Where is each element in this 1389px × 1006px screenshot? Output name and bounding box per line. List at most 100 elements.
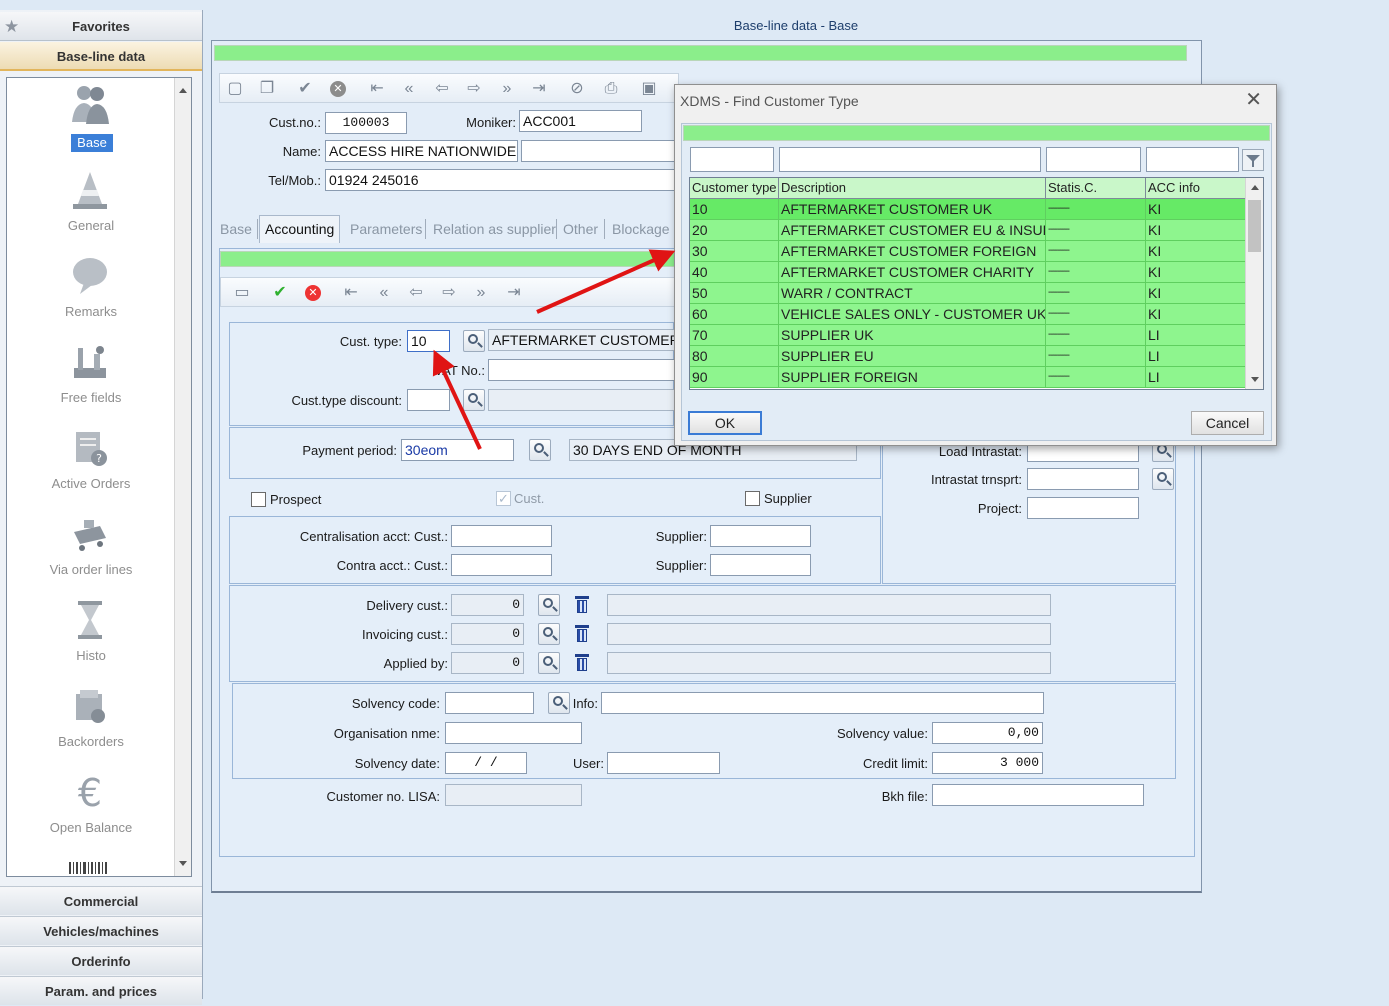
last-record-icon[interactable]: ⇥ (505, 284, 523, 302)
intrastat-trnsprt-field[interactable] (1027, 468, 1139, 490)
tab-accounting[interactable]: Accounting (259, 215, 341, 243)
cancel-icon[interactable]: ✕ (305, 285, 321, 301)
nav-section-commercial[interactable]: Commercial (0, 886, 202, 915)
delivery-cust-field[interactable]: 0 (451, 594, 524, 616)
fast-forward-icon[interactable]: » (498, 80, 516, 98)
next-icon[interactable]: ⇨ (440, 284, 458, 302)
delivery-cust-delete-icon[interactable] (572, 594, 592, 616)
project-field[interactable] (1027, 497, 1139, 519)
first-record-icon[interactable]: ⇤ (342, 284, 360, 302)
table-row[interactable]: 60 VEHICLE SALES ONLY - CUSTOMER UK ----… (690, 304, 1246, 325)
tab-parameters[interactable]: Parameters (345, 215, 427, 243)
table-row[interactable]: 30 AFTERMARKET CUSTOMER FOREIGN --------… (690, 241, 1246, 262)
first-record-icon[interactable]: ⇤ (368, 80, 386, 98)
contra-supplier-field[interactable] (710, 554, 811, 576)
ok-button[interactable]: OK (688, 411, 762, 435)
name-field-2[interactable] (521, 140, 676, 162)
solvency-code-lookup-button[interactable] (548, 692, 570, 714)
applied-by-field[interactable]: 0 (451, 652, 524, 674)
table-row[interactable]: 20 AFTERMARKET CUSTOMER EU & INSURA ----… (690, 220, 1246, 241)
open-folder-icon[interactable]: ▭ (233, 284, 251, 302)
attach-icon[interactable]: ⊘ (568, 80, 586, 98)
column-header-description[interactable]: Description (779, 178, 1046, 199)
scroll-up-icon[interactable] (1251, 185, 1259, 190)
table-row[interactable]: 80 SUPPLIER EU --------- LI (690, 346, 1246, 367)
supplier-checkbox[interactable] (745, 491, 760, 506)
delivery-cust-lookup-button[interactable] (538, 594, 560, 616)
table-row[interactable]: 90 SUPPLIER FOREIGN --------- LI (690, 367, 1246, 388)
solvency-value-field[interactable]: 0,00 (932, 722, 1043, 744)
cancel-icon[interactable]: ✕ (330, 81, 346, 97)
next-icon[interactable]: ⇨ (465, 80, 483, 98)
grid-scrollbar[interactable] (1245, 178, 1263, 389)
tab-other[interactable]: Other (558, 215, 603, 243)
cust-type-field[interactable]: 10 (407, 330, 450, 352)
cancel-button[interactable]: Cancel (1191, 411, 1264, 435)
last-record-icon[interactable]: ⇥ (530, 80, 548, 98)
contra-cust-field[interactable] (451, 554, 552, 576)
favorites-header[interactable]: ★ Favorites (0, 12, 202, 41)
confirm-icon[interactable]: ✔ (271, 284, 289, 302)
scroll-down-icon[interactable] (1251, 377, 1259, 382)
centralisation-supplier-field[interactable] (710, 525, 811, 547)
scroll-up-icon[interactable] (179, 88, 187, 93)
nav-item-general[interactable]: General (7, 168, 175, 248)
filter-customer-type-input[interactable] (690, 147, 774, 172)
credit-limit-field[interactable]: 3 000 (932, 752, 1043, 774)
column-header-statis[interactable]: Statis.C. (1046, 178, 1146, 199)
tel-field[interactable]: 01924 245016 (325, 169, 676, 191)
word-icon[interactable]: ▣ (640, 80, 658, 98)
nav-item-free-fields[interactable]: Free fields (7, 340, 175, 420)
new-document-icon[interactable]: ▢ (226, 80, 244, 98)
scroll-down-icon[interactable] (179, 861, 187, 866)
tab-base[interactable]: Base (215, 215, 257, 243)
bkh-file-field[interactable] (932, 784, 1144, 806)
nav-scrollbar[interactable] (174, 78, 191, 876)
moniker-field[interactable]: ACC001 (519, 110, 642, 132)
table-row[interactable]: 40 AFTERMARKET CUSTOMER CHARITY --------… (690, 262, 1246, 283)
confirm-icon[interactable]: ✔ (296, 80, 314, 98)
nav-item-backorders[interactable]: Backorders (7, 684, 175, 764)
cust-no-field[interactable]: 100003 (325, 112, 407, 134)
column-header-acc-info[interactable]: ACC info (1146, 178, 1246, 199)
vat-no-field[interactable] (488, 359, 678, 381)
scroll-thumb[interactable] (1248, 200, 1261, 252)
centralisation-cust-field[interactable] (451, 525, 552, 547)
nav-item-base[interactable]: Base (7, 82, 175, 162)
name-field[interactable]: ACCESS HIRE NATIONWIDE I (325, 140, 518, 162)
organisation-field[interactable] (445, 722, 582, 744)
copy-icon[interactable]: ❐ (258, 80, 276, 98)
invoicing-cust-lookup-button[interactable] (538, 623, 560, 645)
solvency-date-field[interactable]: / / (445, 752, 527, 774)
print-icon[interactable]: ⎙ (602, 80, 620, 98)
tab-relation-as-supplier[interactable]: Relation as supplier (428, 215, 561, 243)
payment-period-field[interactable]: 30eom (401, 439, 514, 461)
filter-description-input[interactable] (779, 147, 1041, 172)
nav-item-histo[interactable]: Histo (7, 598, 175, 678)
invoicing-cust-field[interactable]: 0 (451, 623, 524, 645)
table-row[interactable]: 70 SUPPLIER UK --------- LI (690, 325, 1246, 346)
cust-type-lookup-button[interactable] (463, 330, 485, 352)
nav-section-param-prices[interactable]: Param. and prices (0, 976, 202, 1005)
filter-acc-info-input[interactable] (1146, 147, 1239, 172)
payment-period-lookup-button[interactable] (529, 439, 551, 461)
nav-section-vehicles-machines[interactable]: Vehicles/machines (0, 916, 202, 945)
discount-lookup-button[interactable] (463, 389, 485, 411)
previous-icon[interactable]: ⇦ (407, 284, 425, 302)
fast-forward-icon[interactable]: » (472, 284, 490, 302)
cust-type-discount-field[interactable] (407, 389, 450, 411)
close-icon[interactable]: ✕ (1245, 90, 1262, 110)
table-row[interactable]: 10 AFTERMARKET CUSTOMER UK --------- KI (690, 199, 1246, 220)
applied-by-delete-icon[interactable] (572, 652, 592, 674)
invoicing-cust-delete-icon[interactable] (572, 623, 592, 645)
info-field[interactable] (601, 692, 1044, 714)
table-row[interactable]: 50 WARR / CONTRACT --------- KI (690, 283, 1246, 304)
rewind-icon[interactable]: « (400, 80, 418, 98)
nav-item-via-order-lines[interactable]: Via order lines (7, 512, 175, 592)
tab-blockage[interactable]: Blockage (607, 215, 675, 243)
base-line-data-header[interactable]: Base-line data (0, 42, 202, 71)
intrastat-trnsprt-lookup-button[interactable] (1152, 468, 1174, 490)
filter-statis-input[interactable] (1046, 147, 1141, 172)
solvency-code-field[interactable] (445, 692, 534, 714)
rewind-icon[interactable]: « (375, 284, 393, 302)
